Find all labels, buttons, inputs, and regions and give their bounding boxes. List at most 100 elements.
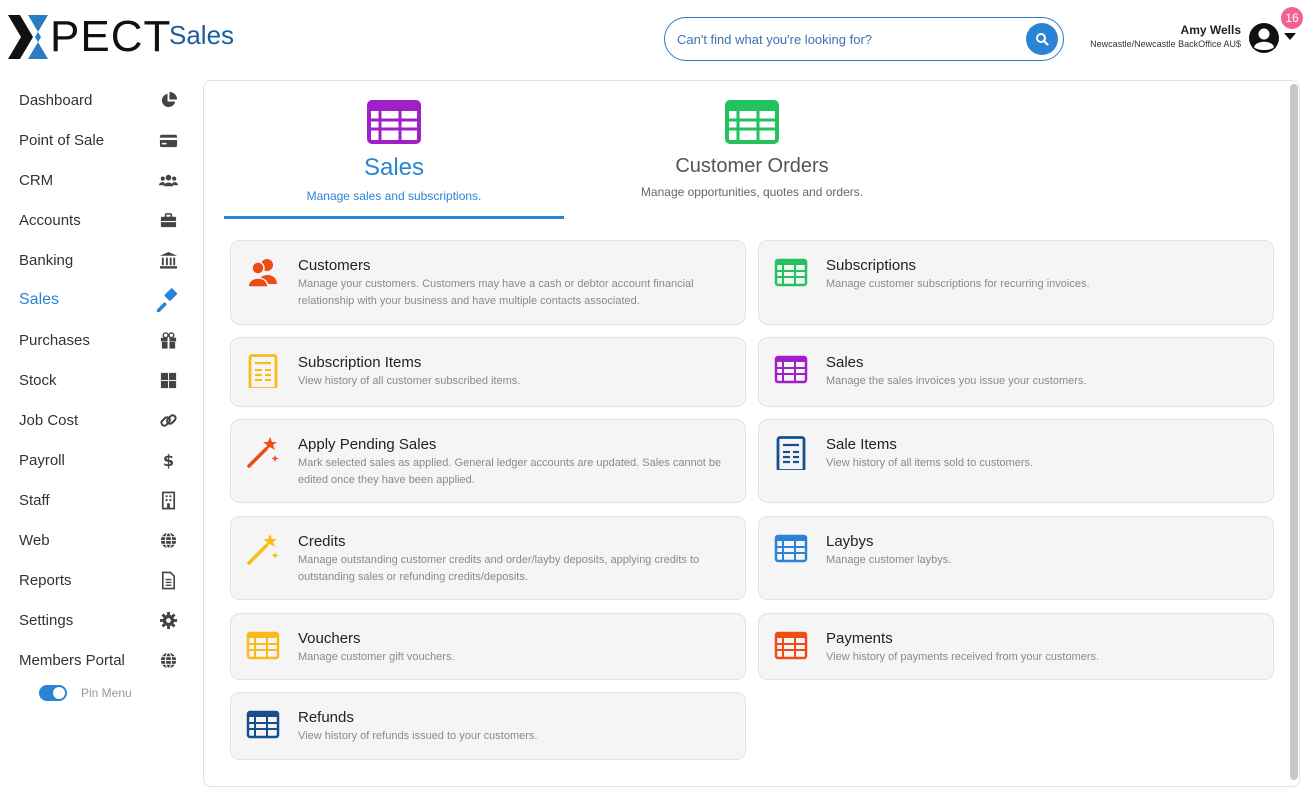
search-input[interactable] [677, 31, 1017, 47]
card-refunds[interactable]: Refunds View history of refunds issued t… [230, 692, 746, 760]
table-icon [246, 631, 280, 660]
card-description: View history of payments received from y… [826, 651, 1100, 663]
main-scrollbar[interactable] [1290, 84, 1298, 780]
sidebar-item-accounts[interactable]: Accounts [0, 200, 200, 240]
sidebar-item-label: Sales [19, 291, 60, 308]
building-icon [161, 491, 176, 510]
card-subscription-items[interactable]: Subscription Items View history of all c… [230, 337, 746, 407]
header: PECT Sales Amy Wells Newcastle/Newcastle… [0, 0, 1311, 80]
logo-x-mark [8, 15, 48, 59]
sidebar-item-web[interactable]: Web [0, 520, 200, 560]
pin-menu-label: Pin Menu [81, 686, 132, 700]
grid-icon [160, 372, 177, 389]
sidebar-item-crm[interactable]: CRM [0, 160, 200, 200]
magic-wand-icon [247, 534, 279, 565]
table-icon [246, 710, 280, 739]
app-title: Sales [169, 20, 235, 50]
sidebar-item-label: Job Cost [19, 411, 79, 429]
sidebar-item-label: Payroll [19, 451, 65, 469]
svg-text:$: $ [163, 451, 174, 470]
card-title: Subscriptions [826, 257, 917, 274]
card-sales[interactable]: Sales Manage the sales invoices you issu… [758, 337, 1274, 407]
sidebar-item-banking[interactable]: Banking [0, 240, 200, 280]
magic-wand-icon [247, 437, 279, 468]
sidebar-item-point-of-sale[interactable]: Point of Sale [0, 120, 200, 160]
card-laybys[interactable]: Laybys Manage customer laybys. [758, 516, 1274, 600]
table-icon [774, 631, 808, 660]
card-customers[interactable]: Customers Manage your customers. Custome… [230, 240, 746, 325]
sidebar-item-label: Accounts [19, 211, 81, 229]
table-icon [774, 258, 808, 287]
user-avatar-icon[interactable] [1247, 21, 1281, 55]
orders-table-icon [725, 100, 779, 144]
main-panel: Sales Manage sales and subscriptions. Cu… [203, 80, 1300, 787]
sidebar-item-purchases[interactable]: Purchases [0, 320, 200, 360]
tab-subtitle: Manage opportunities, quotes and orders. [640, 185, 864, 199]
tab-sales[interactable]: Sales Manage sales and subscriptions. [224, 81, 564, 219]
table-icon [774, 534, 808, 563]
sidebar-item-payroll[interactable]: Payroll $ [0, 440, 200, 480]
card-subscriptions[interactable]: Subscriptions Manage customer subscripti… [758, 240, 1274, 325]
sidebar-item-label: Staff [19, 491, 50, 509]
sidebar-item-label: Dashboard [19, 91, 93, 109]
pie-chart-icon [161, 91, 178, 108]
link-icon [160, 414, 177, 427]
notification-badge[interactable]: 16 [1281, 7, 1303, 29]
briefcase-icon [160, 213, 177, 228]
gift-icon [160, 332, 177, 349]
card-apply-pending-sales[interactable]: Apply Pending Sales Mark selected sales … [230, 419, 746, 503]
sidebar: Dashboard Point of Sale CRM Accounts Ban… [0, 80, 200, 701]
globe-icon [160, 532, 177, 549]
sidebar-item-sales[interactable]: Sales [0, 280, 200, 320]
table-icon [774, 355, 808, 384]
card-description: Manage customer laybys. [826, 554, 952, 566]
user-name: Amy Wells [1180, 23, 1241, 37]
card-payments[interactable]: Payments View history of payments receiv… [758, 613, 1274, 680]
dollar-icon: $ [163, 451, 174, 470]
card-description: View history of refunds issued to your c… [298, 730, 538, 742]
sidebar-item-label: Purchases [19, 331, 90, 349]
card-title: Apply Pending Sales [298, 436, 437, 453]
tab-subtitle: Manage sales and subscriptions. [306, 189, 482, 203]
credit-card-icon [159, 134, 178, 148]
card-sale-items[interactable]: Sale Items View history of all items sol… [758, 419, 1274, 503]
card-title: Refunds [298, 709, 354, 726]
bank-icon [159, 251, 178, 269]
card-description: Manage the sales invoices you issue your… [826, 375, 1087, 387]
tab-label: Sales [363, 154, 425, 181]
sidebar-item-job-cost[interactable]: Job Cost [0, 400, 200, 440]
sidebar-item-settings[interactable]: Settings [0, 600, 200, 640]
card-credits[interactable]: Credits Manage outstanding customer cred… [230, 516, 746, 600]
search-button[interactable] [1026, 23, 1058, 55]
card-vouchers[interactable]: Vouchers Manage customer gift vouchers. [230, 613, 746, 680]
logo[interactable]: PECT [8, 14, 171, 60]
sidebar-item-label: Stock [19, 371, 57, 389]
tab-label: Customer Orders [675, 155, 829, 177]
search-box [664, 17, 1064, 61]
card-description: Manage outstanding customer credits and … [298, 554, 700, 583]
sidebar-item-reports[interactable]: Reports [0, 560, 200, 600]
sidebar-item-members-portal[interactable]: Members Portal [0, 640, 200, 680]
logo-text: PECT [50, 12, 172, 61]
card-title: Laybys [826, 533, 874, 550]
sales-table-icon [367, 100, 421, 144]
module-tabs: Sales Manage sales and subscriptions. Cu… [224, 81, 884, 221]
globe-icon [160, 652, 177, 669]
card-title: Customers [298, 257, 371, 274]
search-icon [1036, 33, 1049, 46]
card-title: Credits [298, 533, 346, 550]
sidebar-item-dashboard[interactable]: Dashboard [0, 80, 200, 120]
user-info[interactable]: Amy Wells Newcastle/Newcastle BackOffice… [1090, 23, 1241, 49]
sidebar-item-stock[interactable]: Stock [0, 360, 200, 400]
sidebar-item-label: Settings [19, 611, 74, 629]
tab-customer-orders[interactable]: Customer Orders Manage opportunities, qu… [604, 81, 900, 219]
card-description: Manage customer subscriptions for recurr… [826, 278, 1090, 290]
pin-menu-toggle[interactable] [39, 685, 67, 701]
user-menu-caret-icon[interactable] [1284, 33, 1296, 40]
sidebar-item-label: CRM [19, 171, 54, 189]
card-description: Mark selected sales as applied. General … [298, 457, 722, 486]
card-title: Payments [826, 630, 893, 647]
gavel-icon [157, 288, 178, 312]
sidebar-item-staff[interactable]: Staff [0, 480, 200, 520]
gear-icon [159, 611, 178, 630]
